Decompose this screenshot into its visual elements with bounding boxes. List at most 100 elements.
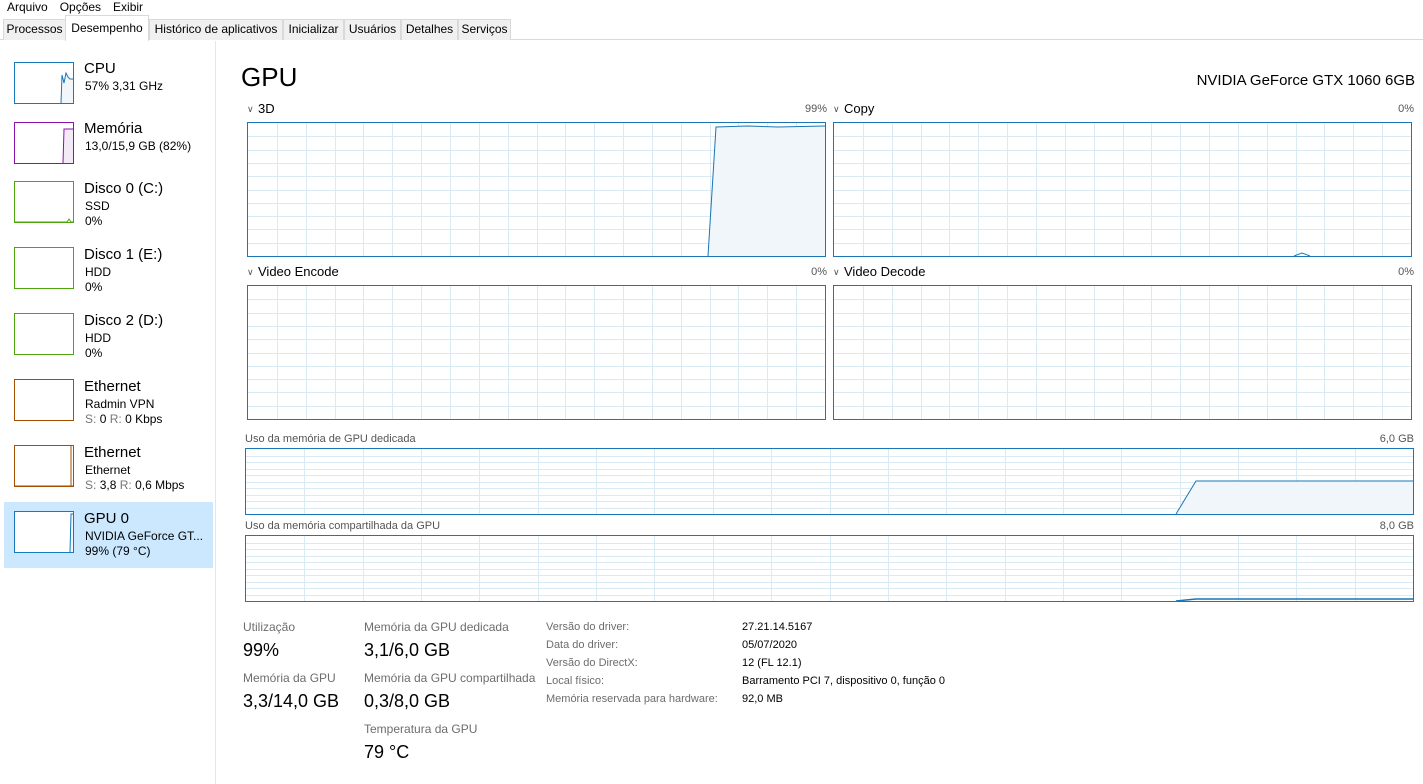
gpu-temperature-value: 79 °C — [364, 742, 410, 762]
tab-historico[interactable]: Histórico de aplicativos — [149, 19, 283, 40]
engine-video-decode-percent: 0% — [1398, 266, 1414, 278]
tab-detalhes[interactable]: Detalhes — [401, 19, 458, 40]
tab-usuarios[interactable]: Usuários — [344, 19, 401, 40]
send-value: 3,8 — [99, 478, 117, 492]
reserved-memory-value: 92,0 MB — [742, 693, 783, 705]
engine-3d-percent: 99% — [804, 103, 827, 115]
sidebar-memoria-title: Memória — [84, 120, 143, 137]
engine-video-encode-selector[interactable]: ∨ Video Encode — [247, 264, 339, 280]
sidebar-gpu-usage: 99% (79 °C) — [85, 544, 151, 558]
sidebar-item-memoria[interactable]: Memória 13,0/15,9 GB (82%) — [4, 111, 213, 177]
sidebar-disco0-type: SSD — [85, 199, 110, 213]
sidebar-memoria-detail: 13,0/15,9 GB (82%) — [85, 139, 192, 153]
page-title: GPU — [241, 62, 298, 92]
send-value: 0 — [99, 412, 107, 426]
utilization-label: Utilização — [243, 620, 296, 634]
graph-grid — [248, 286, 825, 419]
engine-copy-selector[interactable]: ∨ Copy — [833, 101, 874, 117]
shared-gpu-memory-label: Memória da GPU compartilhada — [364, 671, 536, 685]
ethernet-radmin-thumbnail — [14, 379, 74, 421]
driver-version-label: Versão do driver: — [546, 621, 630, 633]
sidebar-gpu-title: GPU 0 — [84, 510, 130, 527]
dedicated-memory-graph — [245, 448, 1414, 515]
engine-video-decode-label: Video Decode — [844, 264, 926, 279]
shared-memory-label: Uso da memória compartilhada da GPU — [245, 520, 441, 532]
sidebar-ethernet-adapter: Ethernet — [85, 463, 131, 477]
graph-grid — [834, 123, 1411, 256]
dedicated-memory-graph-svg — [246, 449, 1413, 514]
menu-exibir[interactable]: Exibir — [106, 1, 148, 13]
sidebar-item-ethernet-radmin[interactable]: Ethernet Radmin VPN S: 0 R: 0 Kbps — [4, 375, 213, 441]
receive-label: R: — [119, 478, 132, 492]
disk1-thumbnail — [14, 247, 74, 289]
engine-video-encode-graph — [247, 285, 826, 420]
send-label: S: — [85, 478, 97, 492]
engine-video-decode-graph — [833, 285, 1412, 420]
engine-3d-selector[interactable]: ∨ 3D — [247, 101, 275, 117]
tab-desempenho[interactable]: Desempenho — [65, 15, 149, 41]
menu-bar: Arquivo Opções Exibir — [0, 0, 1423, 14]
driver-date-value: 05/07/2020 — [742, 639, 798, 651]
memory-thumbnail — [14, 122, 74, 164]
sidebar-item-gpu-0[interactable]: GPU 0 NVIDIA GeForce GT... 99% (79 °C) — [4, 502, 213, 568]
reserved-memory-label: Memória reservada para hardware: — [546, 693, 718, 705]
directx-version-label: Versão do DirectX: — [546, 657, 638, 669]
gpu-thumbnail — [14, 511, 74, 553]
gpu-temperature-label: Temperatura da GPU — [364, 722, 478, 736]
driver-version-value: 27.21.14.5167 — [742, 621, 813, 633]
engine-copy-percent: 0% — [1398, 103, 1414, 115]
sidebar-item-disco-2[interactable]: Disco 2 (D:) HDD 0% — [4, 309, 213, 375]
engine-video-encode-graph-svg — [248, 286, 825, 419]
chevron-down-icon: ∨ — [247, 104, 254, 114]
engine-copy-label: Copy — [844, 101, 875, 116]
menu-arquivo[interactable]: Arquivo — [0, 1, 53, 13]
sidebar-ethernet-radmin-adapter: Radmin VPN — [85, 397, 155, 411]
dedicated-gpu-memory-value: 3,1/6,0 GB — [364, 640, 451, 660]
disk2-thumbnail — [14, 313, 74, 355]
chevron-down-icon: ∨ — [833, 104, 840, 114]
engine-3d-graph — [247, 122, 826, 257]
sidebar-disco2-usage: 0% — [85, 346, 103, 360]
sidebar-disco1-usage: 0% — [85, 280, 103, 294]
gpu-memory-label: Memória da GPU — [243, 671, 336, 685]
sidebar-cpu-title: CPU — [84, 60, 116, 77]
sidebar-item-cpu[interactable]: CPU 57% 3,31 GHz — [4, 45, 213, 111]
dedicated-memory-max: 6,0 GB — [1379, 433, 1414, 445]
gpu-memory-value: 3,3/14,0 GB — [243, 691, 340, 711]
tab-inicializar[interactable]: Inicializar — [283, 19, 344, 40]
sidebar-disco0-title: Disco 0 (C:) — [84, 180, 164, 197]
shared-memory-max: 8,0 GB — [1379, 520, 1414, 532]
engine-video-decode-selector[interactable]: ∨ Video Decode — [833, 264, 925, 280]
dedicated-memory-label: Uso da memória de GPU dedicada — [245, 433, 416, 445]
graph-grid — [834, 286, 1411, 419]
disk0-thumbnail — [14, 181, 74, 223]
sidebar-ethernet-radmin-title: Ethernet — [84, 378, 141, 395]
directx-version-value: 12 (FL 12.1) — [742, 657, 802, 669]
tab-servicos[interactable]: Serviços — [458, 19, 511, 40]
cpu-thumbnail-graph — [15, 71, 73, 103]
receive-label: R: — [109, 412, 122, 426]
engine-copy-graph — [833, 122, 1412, 257]
ethernet-thumbnail-graph — [15, 446, 73, 486]
sidebar-disco2-type: HDD — [85, 331, 111, 345]
dedicated-gpu-memory-label: Memória da GPU dedicada — [364, 620, 509, 634]
engine-video-decode-graph-svg — [834, 286, 1411, 419]
sidebar-disco1-type: HDD — [85, 265, 111, 279]
engine-copy-graph-svg — [834, 123, 1411, 256]
sidebar-item-ethernet[interactable]: Ethernet Ethernet S: 3,8 R: 0,6 Mbps — [4, 441, 213, 507]
sidebar-ethernet-radmin-throughput: S: 0 R: 0 Kbps — [85, 412, 162, 426]
sidebar-item-disco-1[interactable]: Disco 1 (E:) HDD 0% — [4, 243, 213, 309]
chevron-down-icon: ∨ — [833, 267, 840, 277]
sidebar-item-disco-0[interactable]: Disco 0 (C:) SSD 0% — [4, 177, 213, 243]
sidebar-disco1-title: Disco 1 (E:) — [84, 246, 163, 263]
sidebar-disco2-title: Disco 2 (D:) — [84, 312, 164, 329]
gpu-model-name: NVIDIA GeForce GTX 1060 6GB — [1196, 72, 1415, 89]
menu-opcoes[interactable]: Opções — [53, 1, 106, 13]
tab-processos[interactable]: Processos — [3, 19, 66, 40]
receive-value: 0 Kbps — [125, 412, 163, 426]
memory-thumbnail-graph — [15, 128, 73, 163]
resource-sidebar: CPU 57% 3,31 GHz Memória 13,0/15,9 GB (8… — [0, 41, 216, 784]
driver-date-label: Data do driver: — [546, 639, 619, 651]
engine-video-encode-label: Video Encode — [258, 264, 339, 279]
engine-video-encode-percent: 0% — [811, 266, 827, 278]
